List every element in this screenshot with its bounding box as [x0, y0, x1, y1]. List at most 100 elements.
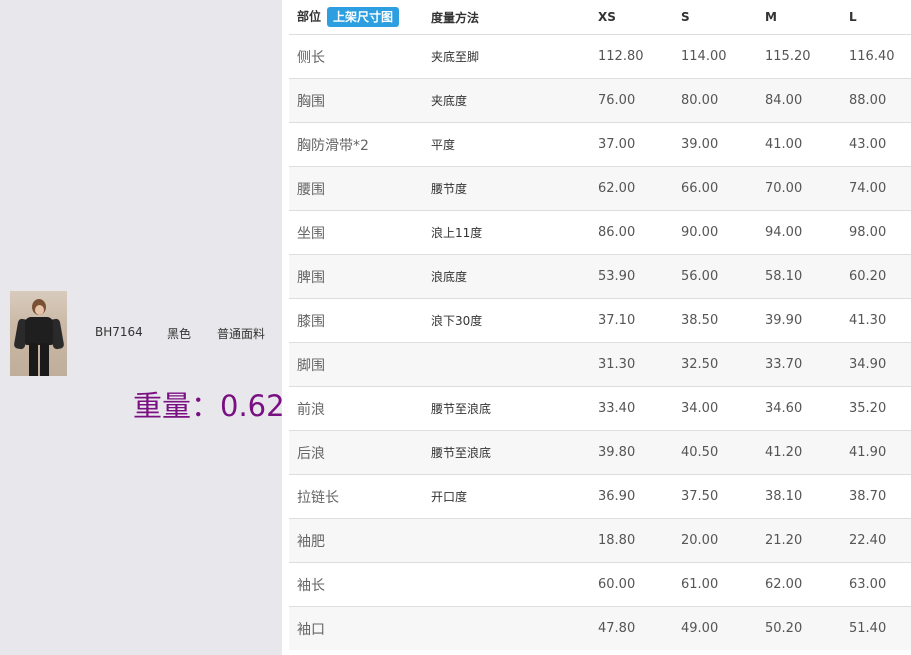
cell-size-xs: 37.00: [590, 122, 673, 167]
cell-part: 胸围: [289, 78, 423, 123]
table-row: 袖长 60.00 61.00 62.00 63.00: [289, 562, 911, 607]
cell-size-m: 21.20: [757, 518, 841, 563]
cell-size-s: 37.50: [673, 474, 757, 519]
header-size-xs: XS: [590, 0, 673, 35]
thumb-face: [35, 305, 44, 315]
cell-size-l: 116.40: [841, 34, 911, 79]
product-fabric: 普通面料: [217, 327, 266, 341]
cell-size-xs: 37.10: [590, 298, 673, 343]
cell-size-l: 98.00: [841, 210, 911, 255]
cell-size-l: 74.00: [841, 166, 911, 211]
cell-part: 拉链长: [289, 474, 423, 519]
table-row: 膝围 浪下30度 37.10 38.50 39.90 41.30: [289, 298, 911, 343]
cell-size-m: 62.00: [757, 562, 841, 607]
cell-size-l: 43.00: [841, 122, 911, 167]
table-row: 胸围 夹底度 76.00 80.00 84.00 88.00: [289, 78, 911, 123]
upload-size-chart-button[interactable]: 上架尺寸图: [327, 7, 400, 27]
cell-size-s: 114.00: [673, 34, 757, 79]
cell-method: 腰节度: [423, 166, 590, 211]
table-row: 袖口 47.80 49.00 50.20 51.40: [289, 606, 911, 650]
cell-part: 袖口: [289, 606, 423, 650]
cell-method: 夹底度: [423, 78, 590, 123]
cell-part: 腰围: [289, 166, 423, 211]
header-method: 度量方法: [423, 0, 590, 35]
cell-part: 膝围: [289, 298, 423, 343]
cell-size-l: 60.20: [841, 254, 911, 299]
size-table-body: 侧长 夹底至脚 112.80 114.00 115.20 116.40 胸围 夹底度 76.00…: [289, 34, 911, 650]
table-row: 脚围 31.30 32.50 33.70 34.90: [289, 342, 911, 387]
cell-size-l: 35.20: [841, 386, 911, 431]
cell-size-s: 38.50: [673, 298, 757, 343]
cell-size-l: 38.70: [841, 474, 911, 519]
cell-size-m: 33.70: [757, 342, 841, 387]
thumb-body: [25, 317, 53, 345]
cell-size-s: 20.00: [673, 518, 757, 563]
cell-size-s: 39.00: [673, 122, 757, 167]
cell-part: 侧长: [289, 34, 423, 79]
cell-size-xs: 53.90: [590, 254, 673, 299]
header-size-m: M: [757, 0, 841, 35]
cell-method: 腰节至浪底: [423, 430, 590, 475]
cell-size-m: 94.00: [757, 210, 841, 255]
table-row: 侧长 夹底至脚 112.80 114.00 115.20 116.40: [289, 34, 911, 79]
cell-size-s: 80.00: [673, 78, 757, 123]
cell-size-xs: 36.90: [590, 474, 673, 519]
cell-size-m: 115.20: [757, 34, 841, 79]
cell-size-m: 38.10: [757, 474, 841, 519]
cell-size-m: 41.00: [757, 122, 841, 167]
cell-part: 脾围: [289, 254, 423, 299]
cell-method: 浪底度: [423, 254, 590, 299]
cell-size-xs: 76.00: [590, 78, 673, 123]
cell-size-s: 90.00: [673, 210, 757, 255]
size-table: 部位 上架尺寸图 度量方法 XS S M L 侧长 夹底至脚 112.80 114.00…: [289, 0, 911, 650]
table-row: 腰围 腰节度 62.00 66.00 70.00 74.00: [289, 166, 911, 211]
table-row: 胸防滑带*2 平度 37.00 39.00 41.00 43.00: [289, 122, 911, 167]
header-size-s: S: [673, 0, 757, 35]
cell-part: 袖肥: [289, 518, 423, 563]
header-part-label: 部位: [297, 9, 322, 24]
cell-size-xs: 31.30: [590, 342, 673, 387]
cell-size-m: 50.20: [757, 606, 841, 650]
cell-size-m: 39.90: [757, 298, 841, 343]
cell-method: 开口度: [423, 474, 590, 519]
cell-method: 夹底至脚: [423, 34, 590, 79]
cell-size-s: 40.50: [673, 430, 757, 475]
cell-size-l: 51.40: [841, 606, 911, 650]
cell-part: 坐围: [289, 210, 423, 255]
table-row: 前浪 腰节至浪底 33.40 34.00 34.60 35.20: [289, 386, 911, 431]
cell-size-s: 49.00: [673, 606, 757, 650]
table-row: 坐围 浪上11度 86.00 90.00 94.00 98.00: [289, 210, 911, 255]
cell-size-s: 56.00: [673, 254, 757, 299]
thumb-leg-right: [40, 343, 49, 376]
cell-size-xs: 39.80: [590, 430, 673, 475]
cell-size-l: 88.00: [841, 78, 911, 123]
cell-size-m: 70.00: [757, 166, 841, 211]
cell-method: [423, 562, 590, 607]
cell-method: 腰节至浪底: [423, 386, 590, 431]
cell-size-m: 58.10: [757, 254, 841, 299]
cell-size-xs: 47.80: [590, 606, 673, 650]
cell-size-s: 61.00: [673, 562, 757, 607]
table-row: 脾围 浪底度 53.90 56.00 58.10 60.20: [289, 254, 911, 299]
cell-method: [423, 606, 590, 650]
product-thumbnail[interactable]: [10, 291, 67, 376]
cell-part: 前浪: [289, 386, 423, 431]
cell-size-m: 84.00: [757, 78, 841, 123]
thumb-leg-left: [29, 343, 38, 376]
cell-size-xs: 62.00: [590, 166, 673, 211]
cell-size-l: 22.40: [841, 518, 911, 563]
cell-size-m: 41.20: [757, 430, 841, 475]
product-color: 黑色: [167, 327, 192, 341]
cell-size-xs: 86.00: [590, 210, 673, 255]
product-weight: 重量：0.62: [133, 389, 285, 423]
cell-size-xs: 18.80: [590, 518, 673, 563]
cell-method: [423, 342, 590, 387]
cell-part: 袖长: [289, 562, 423, 607]
cell-size-s: 34.00: [673, 386, 757, 431]
cell-part: 脚围: [289, 342, 423, 387]
cell-size-xs: 112.80: [590, 34, 673, 79]
cell-size-s: 32.50: [673, 342, 757, 387]
cell-method: 浪下30度: [423, 298, 590, 343]
cell-size-l: 41.90: [841, 430, 911, 475]
cell-method: [423, 518, 590, 563]
